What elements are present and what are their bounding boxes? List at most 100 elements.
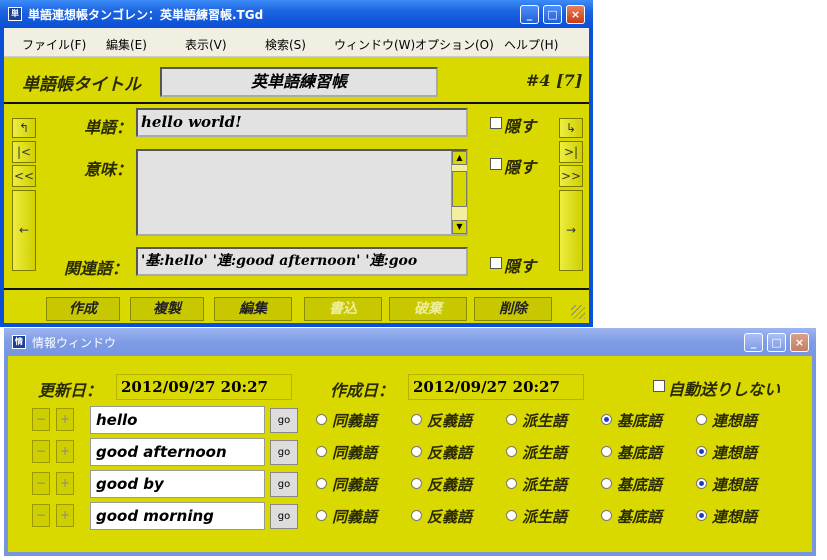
relation-radio-label: 連想語 xyxy=(712,476,758,494)
relation-radio[interactable] xyxy=(601,510,612,521)
relation-radio[interactable] xyxy=(506,414,517,425)
add-relation-button[interactable]: + xyxy=(56,440,74,463)
remove-relation-button[interactable]: − xyxy=(32,504,50,527)
menu-options[interactable]: オプション(O) xyxy=(415,36,494,53)
go-button[interactable]: go xyxy=(270,440,298,465)
top-separator xyxy=(4,102,589,104)
go-button[interactable]: go xyxy=(270,472,298,497)
relation-radio[interactable] xyxy=(411,446,422,457)
relation-radio[interactable] xyxy=(696,478,707,489)
related-word-field[interactable]: good by xyxy=(90,470,265,498)
relation-radio[interactable] xyxy=(316,478,327,489)
bottom-separator xyxy=(4,288,589,290)
relation-radio-label: 同義語 xyxy=(332,508,378,526)
nav-next-button[interactable]: → xyxy=(559,190,583,271)
remove-relation-button[interactable]: − xyxy=(32,472,50,495)
write-button[interactable]: 書込 xyxy=(304,297,382,321)
hide-related-label: 隠す xyxy=(504,257,537,276)
minimize-button[interactable]: _ xyxy=(520,5,539,24)
resize-grip-icon[interactable] xyxy=(571,305,585,319)
menu-file[interactable]: ファイル(F) xyxy=(22,36,86,53)
relation-radio-label: 基底語 xyxy=(617,444,663,462)
related-words-field[interactable]: '基:hello' '連:good afternoon' '連:goo xyxy=(136,247,468,276)
relation-radio-label: 同義語 xyxy=(332,444,378,462)
relation-radio[interactable] xyxy=(601,414,612,425)
relation-radio[interactable] xyxy=(316,414,327,425)
info-minimize-button[interactable]: _ xyxy=(744,333,763,352)
relation-radio-label: 連想語 xyxy=(712,444,758,462)
nav-next-page-button[interactable]: >> xyxy=(559,165,583,187)
book-title-field[interactable]: 英単語練習帳 xyxy=(160,67,438,97)
edit-button[interactable]: 編集 xyxy=(214,297,292,321)
relation-radio[interactable] xyxy=(411,478,422,489)
remove-relation-button[interactable]: − xyxy=(32,440,50,463)
info-close-button[interactable]: × xyxy=(790,333,809,352)
menu-help[interactable]: ヘルプ(H) xyxy=(504,36,558,53)
maximize-button[interactable]: □ xyxy=(543,5,562,24)
relation-radio-label: 反義語 xyxy=(427,476,473,494)
related-word-field[interactable]: hello xyxy=(90,406,265,434)
relation-radio[interactable] xyxy=(601,478,612,489)
go-button[interactable]: go xyxy=(270,504,298,529)
scroll-down-icon[interactable]: ▼ xyxy=(452,220,467,234)
nav-first-button[interactable]: |< xyxy=(12,141,36,163)
related-word-field[interactable]: good afternoon xyxy=(90,438,265,466)
close-button[interactable]: × xyxy=(566,5,585,24)
scroll-thumb[interactable] xyxy=(452,171,467,207)
discard-button[interactable]: 破棄 xyxy=(389,297,467,321)
relation-radio[interactable] xyxy=(601,446,612,457)
meaning-textarea[interactable] xyxy=(136,149,468,236)
menu-search[interactable]: 検索(S) xyxy=(265,36,306,53)
relation-radio[interactable] xyxy=(411,510,422,521)
nav-prev-page-button[interactable]: << xyxy=(12,165,36,187)
updated-value: 2012/09/27 20:27 xyxy=(116,374,292,400)
relation-radio-label: 派生語 xyxy=(522,508,568,526)
relation-radio[interactable] xyxy=(316,510,327,521)
relation-radio[interactable] xyxy=(316,446,327,457)
duplicate-button[interactable]: 複製 xyxy=(130,297,204,321)
hide-word-checkbox[interactable] xyxy=(490,117,502,129)
relation-radio[interactable] xyxy=(696,446,707,457)
add-relation-button[interactable]: + xyxy=(56,472,74,495)
relation-radio[interactable] xyxy=(696,414,707,425)
delete-button[interactable]: 削除 xyxy=(474,297,552,321)
nav-last-button[interactable]: >| xyxy=(559,141,583,163)
nav-up-left-button[interactable]: ↰ xyxy=(12,118,36,138)
menu-edit[interactable]: 編集(E) xyxy=(106,36,147,53)
hide-related-checkbox[interactable] xyxy=(490,257,502,269)
go-button[interactable]: go xyxy=(270,408,298,433)
created-value: 2012/09/27 20:27 xyxy=(408,374,584,400)
relation-radio[interactable] xyxy=(506,478,517,489)
add-relation-button[interactable]: + xyxy=(56,504,74,527)
info-titlebar[interactable]: 情 情報ウィンドウ _ □ × xyxy=(4,328,816,356)
relation-radio-label: 派生語 xyxy=(522,476,568,494)
word-input[interactable]: hello world! xyxy=(136,108,468,137)
word-label: 単語： xyxy=(84,118,133,137)
add-relation-button[interactable]: + xyxy=(56,408,74,431)
relation-radio[interactable] xyxy=(506,446,517,457)
remove-relation-button[interactable]: − xyxy=(32,408,50,431)
create-button[interactable]: 作成 xyxy=(46,297,120,321)
relation-radio[interactable] xyxy=(506,510,517,521)
meaning-label: 意味： xyxy=(84,160,133,179)
relation-radio-label: 派生語 xyxy=(522,444,568,462)
relation-radio[interactable] xyxy=(696,510,707,521)
auto-send-checkbox[interactable] xyxy=(653,380,665,392)
menu-window[interactable]: ウィンドウ(W) xyxy=(334,36,415,53)
main-titlebar[interactable]: 単 単語連想帳タンゴレン：英単語練習帳.TGd _ □ × xyxy=(0,0,593,28)
relation-radio-label: 反義語 xyxy=(427,508,473,526)
related-word-field[interactable]: good morning xyxy=(90,502,265,530)
relation-radio-label: 反義語 xyxy=(427,444,473,462)
menu-view[interactable]: 表示(V) xyxy=(185,36,227,53)
info-app-icon: 情 xyxy=(12,335,26,349)
record-indicator: #4 [7] xyxy=(526,71,583,90)
nav-up-right-button[interactable]: ↳ xyxy=(559,118,583,138)
meaning-scrollbar[interactable]: ▲ ▼ xyxy=(451,151,467,234)
hide-meaning-checkbox[interactable] xyxy=(490,158,502,170)
relation-radio[interactable] xyxy=(411,414,422,425)
nav-prev-button[interactable]: ← xyxy=(12,190,36,271)
relation-radio-label: 基底語 xyxy=(617,476,663,494)
auto-send-label: 自動送りしない xyxy=(668,380,781,399)
scroll-up-icon[interactable]: ▲ xyxy=(452,151,467,165)
info-maximize-button[interactable]: □ xyxy=(767,333,786,352)
